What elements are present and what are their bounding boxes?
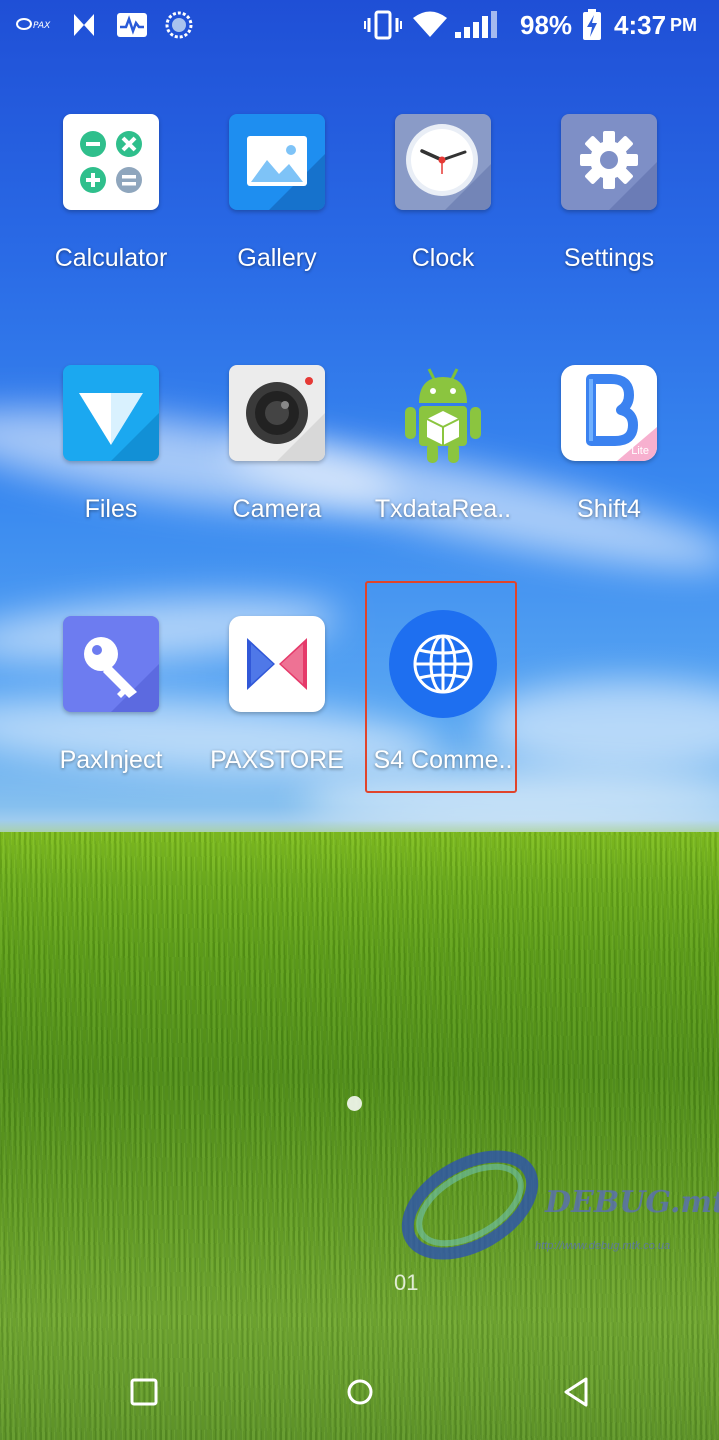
page-number: 01 bbox=[394, 1270, 419, 1295]
pax-logo-icon: PAX bbox=[16, 14, 56, 34]
app-label: Files bbox=[84, 495, 138, 523]
app-paxinject[interactable]: PaxInject bbox=[28, 616, 194, 816]
app-label: PAXSTORE bbox=[210, 746, 344, 774]
sync-icon bbox=[164, 10, 194, 40]
app-gallery[interactable]: Gallery bbox=[194, 114, 360, 314]
wifi-icon bbox=[412, 10, 448, 38]
key-icon bbox=[63, 616, 159, 712]
app-label: Clock bbox=[411, 244, 475, 272]
time-text: 4:37 bbox=[614, 10, 667, 40]
back-button[interactable] bbox=[556, 1372, 596, 1412]
page-indicator-dot[interactable] bbox=[347, 1096, 362, 1111]
watermark-title: DEBUG.mtk bbox=[545, 1185, 719, 1220]
circle-icon bbox=[347, 1379, 373, 1405]
status-bar: PAX 98% 4:37 PM bbox=[0, 0, 719, 50]
app-label: Shift4 bbox=[577, 495, 641, 523]
app-label: Camera bbox=[232, 495, 322, 523]
ampm-text: PM bbox=[670, 15, 698, 35]
selection-highlight bbox=[365, 581, 517, 793]
app-files[interactable]: Files bbox=[28, 365, 194, 565]
files-icon bbox=[63, 365, 159, 461]
calculator-icon bbox=[63, 114, 159, 210]
clock-time: 4:37 PM bbox=[614, 10, 697, 41]
app-camera[interactable]: Camera bbox=[194, 365, 360, 565]
watermark: DEBUG.mtk http://www.debug.mtk.co.ua bbox=[395, 1150, 719, 1270]
camera-icon bbox=[229, 365, 325, 461]
gallery-icon bbox=[229, 114, 325, 210]
lite-badge: Lite bbox=[631, 445, 649, 457]
recents-button[interactable] bbox=[124, 1372, 164, 1412]
app-settings[interactable]: Settings bbox=[526, 114, 692, 314]
activity-icon bbox=[116, 12, 148, 38]
watermark-url: http://www.debug.mtk.co.ua bbox=[535, 1240, 671, 1252]
shift4-icon: Lite bbox=[561, 365, 657, 461]
battery-charging-icon bbox=[582, 9, 602, 41]
paxstore-icon bbox=[229, 616, 325, 712]
android-icon bbox=[395, 365, 491, 463]
grass-field bbox=[0, 832, 719, 1440]
signal-icon bbox=[453, 10, 503, 40]
app-label: TxdataRea.. bbox=[374, 495, 512, 523]
app-paxstore[interactable]: PAXSTORE bbox=[194, 616, 360, 816]
app-label: Gallery bbox=[237, 244, 317, 272]
triangle-back-icon bbox=[564, 1377, 588, 1407]
svg-text:PAX: PAX bbox=[33, 21, 51, 31]
app-shift4[interactable]: Lite Shift4 bbox=[526, 365, 692, 565]
paxstore-notification-icon bbox=[72, 12, 96, 38]
app-label: Settings bbox=[563, 244, 655, 272]
app-clock[interactable]: Clock bbox=[360, 114, 526, 314]
app-label: PaxInject bbox=[59, 746, 163, 774]
clock-icon bbox=[395, 114, 491, 210]
app-label: Calculator bbox=[54, 244, 168, 272]
vibrate-icon bbox=[364, 10, 402, 40]
app-txdatareader[interactable]: TxdataRea.. bbox=[360, 365, 526, 565]
gear-icon bbox=[561, 114, 657, 210]
square-icon bbox=[130, 1378, 158, 1406]
app-calculator[interactable]: Calculator bbox=[28, 114, 194, 314]
home-button[interactable] bbox=[340, 1372, 380, 1412]
battery-percent: 98% bbox=[520, 10, 573, 40]
